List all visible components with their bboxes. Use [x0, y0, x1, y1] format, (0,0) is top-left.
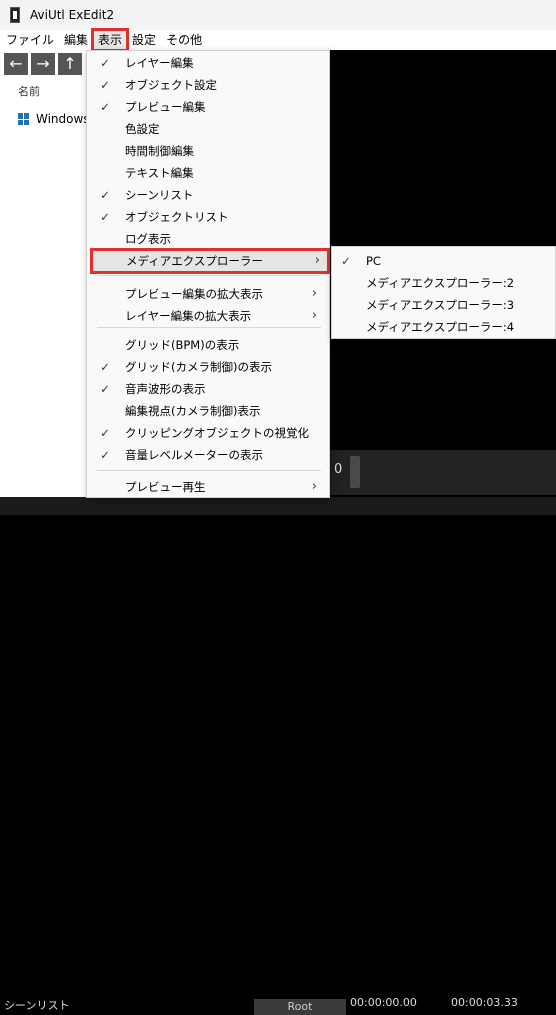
- menu-item-color-settings[interactable]: 色設定: [91, 118, 325, 140]
- menu-item-layer-zoom[interactable]: レイヤー編集の拡大表示 ›: [91, 305, 325, 327]
- menu-item-label: メディアエクスプローラー: [126, 254, 263, 268]
- menu-item-label: 時間制御編集: [125, 144, 194, 158]
- submenu-item-2[interactable]: メディアエクスプローラー:2: [332, 272, 555, 294]
- menu-item-audio-waveform[interactable]: ✓ 音声波形の表示: [91, 378, 325, 400]
- media-explorer-submenu: ✓ PC メディアエクスプローラー:2 メディアエクスプローラー:3 メディアエクスプロ…: [331, 246, 556, 339]
- menu-item-volume-meter[interactable]: ✓ 音量レベルメーターの表示: [91, 444, 325, 466]
- menu-item-label: レイヤー編集の拡大表示: [125, 309, 252, 323]
- window-title: AviUtl ExEdit2: [30, 8, 115, 22]
- submenu-item-1[interactable]: ✓ PC: [332, 250, 555, 272]
- menu-item-label: 編集視点(カメラ制御)表示: [125, 404, 261, 418]
- checkmark-icon: ✓: [100, 100, 110, 114]
- menu-item-label: プレビュー編集: [125, 100, 206, 114]
- menu-item-grid-camera[interactable]: ✓ グリッド(カメラ制御)の表示: [91, 356, 325, 378]
- menu-separator: [97, 327, 321, 328]
- menu-item-preview-edit[interactable]: ✓ プレビュー編集: [91, 96, 325, 118]
- chevron-right-icon: ›: [314, 253, 320, 268]
- tree-item-label: Windows: [36, 112, 90, 126]
- menu-bar: ファイル 編集 表示 設定 その他: [0, 28, 556, 52]
- menu-separator: [97, 470, 321, 471]
- menu-settings[interactable]: 設定: [127, 30, 161, 50]
- menu-item-text-edit[interactable]: テキスト編集: [91, 162, 325, 184]
- forward-arrow-icon[interactable]: →: [31, 53, 55, 75]
- menu-item-label: ログ表示: [125, 232, 171, 246]
- checkmark-icon: ✓: [100, 78, 110, 92]
- menu-item-preview-playback[interactable]: プレビュー再生 ›: [91, 476, 325, 498]
- menu-item-label: 色設定: [125, 122, 160, 136]
- menu-item-label: オブジェクトリスト: [125, 210, 229, 224]
- menu-item-edit-viewpoint[interactable]: 編集視点(カメラ制御)表示: [91, 400, 325, 422]
- menu-other[interactable]: その他: [161, 30, 207, 50]
- title-bar: AviUtl ExEdit2: [0, 0, 556, 30]
- frame-label: 0: [334, 462, 343, 477]
- checkmark-icon: ✓: [100, 448, 110, 462]
- timeline-header: シーンリスト Root 00:00:00.00 00:00:03.33: [0, 497, 556, 1015]
- chevron-right-icon: ›: [311, 286, 317, 301]
- seek-slider-handle[interactable]: [350, 456, 360, 488]
- menu-item-log-view[interactable]: ログ表示: [91, 228, 325, 250]
- windows-drive-icon: [18, 113, 30, 125]
- scene-list-label: シーンリスト: [4, 999, 70, 1012]
- menu-item-label: グリッド(カメラ制御)の表示: [125, 360, 272, 374]
- time-end: 00:00:03.33: [451, 996, 518, 1009]
- menu-item-media-explorer[interactable]: メディアエクスプローラー ›: [90, 248, 330, 274]
- menu-item-label: クリッピングオブジェクトの視覚化: [125, 426, 309, 440]
- submenu-item-label: メディアエクスプローラー:4: [366, 320, 515, 334]
- back-arrow-icon[interactable]: ←: [4, 53, 28, 75]
- checkmark-icon: ✓: [100, 188, 110, 202]
- menu-item-label: レイヤー編集: [125, 56, 194, 70]
- checkmark-icon: ✓: [100, 382, 110, 396]
- view-menu-dropdown: ✓ レイヤー編集 ✓ オブジェクト設定 ✓ プレビュー編集 色設定時間制御編集 テキスト編集 ✓…: [86, 50, 330, 498]
- menu-item-object-settings[interactable]: ✓ オブジェクト設定: [91, 74, 325, 96]
- menu-separator: [97, 275, 321, 276]
- playback-strip: [330, 450, 556, 495]
- checkmark-icon: ✓: [100, 360, 110, 374]
- menu-item-label: シーンリスト: [125, 188, 194, 202]
- up-arrow-icon[interactable]: ↑: [58, 53, 82, 75]
- menu-item-label: オブジェクト設定: [125, 78, 217, 92]
- menu-file[interactable]: ファイル: [0, 30, 59, 50]
- name-column-header[interactable]: 名前: [18, 83, 40, 99]
- checkmark-icon: ✓: [100, 56, 110, 70]
- menu-edit[interactable]: 編集: [59, 30, 93, 50]
- submenu-item-4[interactable]: メディアエクスプローラー:4: [332, 316, 555, 338]
- menu-item-layer-edit[interactable]: ✓ レイヤー編集: [91, 52, 325, 74]
- menu-item-label: テキスト編集: [125, 166, 194, 180]
- menu-item-label: プレビュー編集の拡大表示: [125, 287, 263, 301]
- media-explorer-panel: ← → ↑ 名前 Windows: [0, 50, 90, 500]
- menu-view[interactable]: 表示: [91, 28, 130, 52]
- submenu-item-label: メディアエクスプローラー:2: [366, 276, 515, 290]
- menu-item-label: グリッド(BPM)の表示: [125, 338, 240, 352]
- tree-item-windows[interactable]: Windows: [18, 112, 90, 126]
- checkmark-icon: ✓: [341, 254, 351, 268]
- menu-item-clipping-visualize[interactable]: ✓ クリッピングオブジェクトの視覚化: [91, 422, 325, 444]
- menu-item-label: 音声波形の表示: [125, 382, 206, 396]
- menu-item-grid-bpm[interactable]: グリッド(BPM)の表示: [91, 334, 325, 356]
- submenu-item-label: メディアエクスプローラー:3: [366, 298, 515, 312]
- menu-item-object-list[interactable]: ✓ オブジェクトリスト: [91, 206, 325, 228]
- checkmark-icon: ✓: [100, 210, 110, 224]
- app-icon: [10, 7, 20, 23]
- submenu-item-label: PC: [366, 254, 381, 268]
- menu-item-preview-zoom[interactable]: プレビュー編集の拡大表示 ›: [91, 283, 325, 305]
- menu-item-label: 音量レベルメーターの表示: [125, 448, 263, 462]
- root-scene-button[interactable]: Root: [254, 999, 346, 1015]
- checkmark-icon: ✓: [100, 426, 110, 440]
- chevron-right-icon: ›: [311, 308, 317, 323]
- chevron-right-icon: ›: [311, 479, 317, 494]
- submenu-item-3[interactable]: メディアエクスプローラー:3: [332, 294, 555, 316]
- menu-item-scene-list[interactable]: ✓ シーンリスト: [91, 184, 325, 206]
- time-start: 00:00:00.00: [350, 996, 417, 1009]
- menu-item-time-control-edit[interactable]: 時間制御編集: [91, 140, 325, 162]
- menu-item-label: プレビュー再生: [125, 480, 206, 494]
